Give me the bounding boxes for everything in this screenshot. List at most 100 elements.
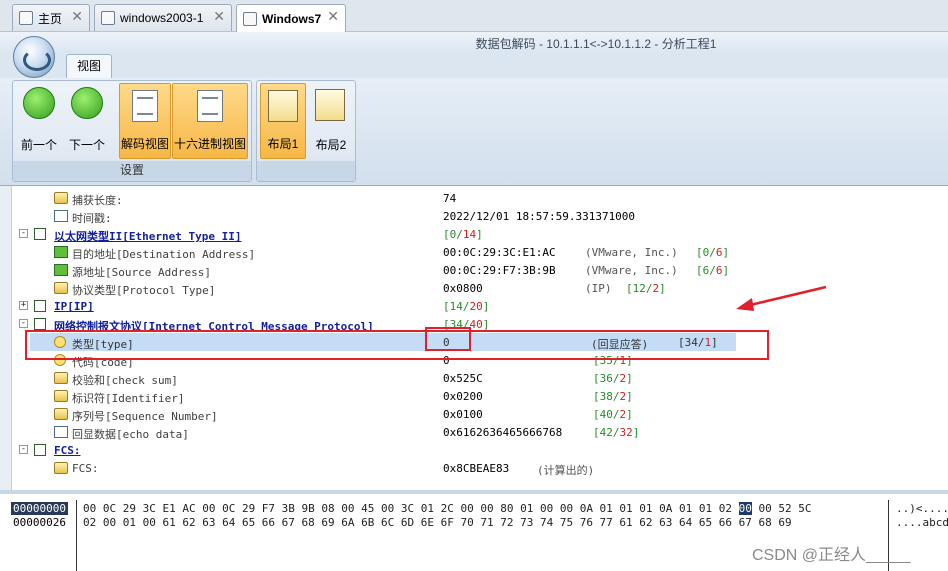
decode-view-label: 解码视图 (120, 137, 169, 151)
tree-section-ip[interactable]: + IP[IP] [14/20] (12, 297, 948, 315)
offset-start: 40 (599, 408, 613, 421)
tree-row-timestamp[interactable]: 时间戳: 2022/12/01 18:57:59.331371000 (12, 207, 948, 225)
window-title: 数据包解码 - 10.1.1.1<->10.1.1.2 - 分析工程1 (475, 37, 717, 51)
offset-length: 6 (715, 246, 723, 259)
hex-bytes-text: 00 52 5C (751, 502, 812, 515)
ribbon-tab-view[interactable]: 视图 (66, 54, 112, 78)
tab-windows2003-1[interactable]: windows2003-1 ✕ (94, 4, 232, 31)
watermark: CSDN @正经人_____ (752, 547, 911, 564)
tree-row-source[interactable]: 源地址[Source Address] 00:0C:29:F7:3B:9B (V… (12, 261, 948, 279)
field-label: FCS: (72, 462, 99, 475)
tree-row-capture-length[interactable]: 捕获长度: 74 (12, 189, 948, 207)
decode-view-button[interactable]: 解码视图 (119, 83, 171, 159)
offset-length: 14 (462, 228, 477, 241)
field-icon (54, 372, 68, 384)
offset-start: 0 (702, 246, 710, 259)
tree-row-echo-data[interactable]: 回显数据[echo data] 0x6162636465666768 [42/3… (12, 423, 948, 441)
offset-start: 6 (702, 264, 710, 277)
field-label: 回显数据[echo data] (72, 428, 189, 441)
expand-icon[interactable]: + (19, 301, 28, 310)
field-icon (54, 192, 68, 204)
layout1-label: 布局1 (267, 137, 299, 151)
hex-byte-selected: 00 (738, 502, 752, 515)
layout2-icon (315, 89, 345, 121)
field-icon (54, 426, 68, 438)
tab-label: Windows7 (262, 11, 322, 26)
field-label: 标识符[Identifier] (72, 392, 185, 405)
offset-length: 20 (469, 300, 483, 313)
tree-row-identifier[interactable]: 标识符[Identifier] 0x0200 [38/2] (12, 387, 948, 405)
hex-line[interactable]: 00000026 02 00 01 00 61 62 63 64 65 66 6… (0, 516, 948, 530)
hex-view-icon (197, 90, 223, 122)
hex-bytes-text: 00 0C 29 3C E1 AC 00 0C 29 F7 3B 9B 08 0… (83, 502, 739, 515)
section-label: FCS: (54, 444, 81, 457)
collapse-icon[interactable]: - (19, 319, 28, 328)
layout2-button[interactable]: 布局2 (308, 83, 354, 159)
arrow-left-icon (23, 87, 55, 119)
close-icon[interactable]: ✕ (213, 9, 225, 25)
offset-start: 42 (599, 426, 613, 439)
layout2-label: 布局2 (315, 138, 347, 152)
tab-label: windows2003-1 (120, 11, 204, 25)
browser-tab-strip: 主页 ✕ windows2003-1 ✕ Windows7 ✕ (0, 0, 948, 32)
ribbon-group-settings: 前一个 下一个 解码视图 十六进制视图 设置 (12, 80, 252, 182)
decode-view-icon (132, 90, 158, 122)
protocol-icon (34, 300, 46, 312)
hex-offset: 00000000 (11, 502, 68, 515)
field-value: 0x6162636465666768 (443, 426, 563, 439)
arrow-right-icon (71, 87, 103, 119)
layout1-button[interactable]: 布局1 (260, 83, 306, 159)
section-label: 以太网类型II[Ethernet Type II] (54, 230, 242, 243)
field-value: 74 (443, 192, 457, 205)
section-label: IP[IP] (54, 300, 94, 313)
vm-icon (101, 11, 115, 25)
tree-row-destination[interactable]: 目的地址[Destination Address] 00:0C:29:3C:E1… (12, 243, 948, 261)
ribbon-group-caption (257, 161, 355, 181)
annotation-box-value (425, 327, 471, 351)
tree-section-ethernet[interactable]: - 以太网类型II[Ethernet Type II] [0/14] (12, 225, 948, 243)
ribbon-tab-bar: 视图 (0, 52, 948, 78)
field-value: 00:0C:29:3C:E1:AC (443, 246, 556, 259)
collapse-icon[interactable]: - (19, 229, 28, 238)
ribbon: 前一个 下一个 解码视图 十六进制视图 设置 布局1 布局2 (0, 78, 948, 186)
previous-button[interactable]: 前一个 (17, 83, 61, 159)
offset-start: 36 (599, 372, 613, 385)
field-label: 协议类型[Protocol Type] (72, 284, 216, 297)
field-label: 序列号[Sequence Number] (72, 410, 218, 423)
offset-length: 2 (652, 282, 660, 295)
close-icon[interactable]: ✕ (71, 9, 83, 25)
previous-button-label: 前一个 (20, 138, 57, 152)
tree-row-checksum[interactable]: 校验和[check sum] 0x525C [36/2] (12, 369, 948, 387)
tree-row-sequence[interactable]: 序列号[Sequence Number] 0x0100 [40/2] (12, 405, 948, 423)
vm-icon (243, 11, 257, 26)
tab-label: 主页 (38, 11, 63, 26)
collapse-icon[interactable]: - (19, 445, 28, 454)
layout1-icon (268, 90, 298, 122)
tab-windows7[interactable]: Windows7 ✕ (236, 4, 346, 32)
hex-view-button[interactable]: 十六进制视图 (172, 83, 248, 159)
next-button[interactable]: 下一个 (65, 83, 109, 159)
protocol-icon (34, 318, 46, 330)
hex-line[interactable]: 00000000 00 0C 29 3C E1 AC 00 0C 29 F7 3… (0, 502, 948, 516)
tab-home[interactable]: 主页 ✕ (12, 4, 90, 31)
ribbon-group-layout: 布局1 布局2 (256, 80, 356, 182)
app-menu-orb-icon[interactable] (13, 36, 55, 78)
tree-section-fcs[interactable]: - FCS: (12, 441, 948, 459)
offset-length: 6 (715, 264, 723, 277)
field-icon (54, 282, 68, 294)
field-value: 0x0200 (443, 390, 483, 403)
offset-start: 38 (599, 390, 613, 403)
tree-row-fcs-value[interactable]: FCS: 0x8CBEAE83 (计算出的) (12, 459, 948, 477)
offset-length: 2 (619, 372, 627, 385)
close-icon[interactable]: ✕ (327, 9, 339, 25)
hex-offset: 00000026 (13, 516, 66, 529)
home-icon (19, 11, 33, 25)
offset-start: 14 (449, 300, 463, 313)
tree-row-protocol-type[interactable]: 协议类型[Protocol Type] 0x0800 (IP) [12/2] (12, 279, 948, 297)
field-label: 时间戳: (72, 212, 112, 225)
field-label: 源地址[Source Address] (72, 266, 211, 279)
hex-ascii: ....abcd (896, 516, 948, 529)
field-note: (计算出的) (537, 464, 595, 477)
hex-bytes-text: 02 00 01 00 61 62 63 64 65 66 67 68 69 6… (83, 516, 792, 529)
offset-start: 12 (632, 282, 646, 295)
